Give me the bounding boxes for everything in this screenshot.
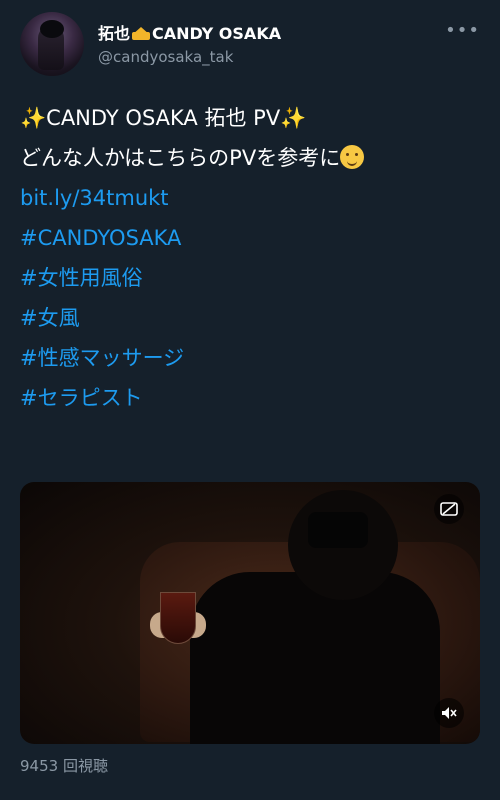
hashtag-link[interactable]: #セラピスト [20, 384, 480, 412]
hashtag-link[interactable]: #CANDYOSAKA [20, 224, 480, 252]
avatar-hair [40, 20, 64, 38]
sparkles-icon: ✨ [280, 106, 307, 130]
hugging-face-icon [340, 145, 365, 169]
tweet-title: CANDY OSAKA 拓也 PV [46, 106, 281, 130]
author-info[interactable]: 拓也 CANDY OSAKA @candyosaka_tak [98, 24, 281, 67]
gif-icon[interactable] [434, 494, 464, 524]
crown-icon [131, 27, 151, 41]
tweet-body: ✨CANDY OSAKA 拓也 PV✨ どんな人かはこちらのPVを参考に bit… [20, 104, 480, 412]
video-scene-person [190, 572, 440, 744]
muted-speaker-icon[interactable] [434, 698, 464, 728]
video-scene-wine-glass [160, 592, 196, 644]
video-player[interactable] [20, 482, 480, 744]
hashtag-link[interactable]: #女性用風俗 [20, 264, 480, 292]
display-name[interactable]: 拓也 CANDY OSAKA [98, 24, 281, 44]
tweet-link[interactable]: bit.ly/34tmukt [20, 184, 480, 212]
video-scene-mask [308, 512, 368, 548]
hashtag-link[interactable]: #女風 [20, 304, 480, 332]
hashtag-link[interactable]: #性感マッサージ [20, 344, 480, 372]
tweet-header: 拓也 CANDY OSAKA @candyosaka_tak ••• [20, 12, 486, 76]
user-handle[interactable]: @candyosaka_tak [98, 47, 281, 67]
tweet-line-2: どんな人かはこちらのPVを参考に [20, 144, 480, 172]
sparkles-icon: ✨ [20, 106, 47, 130]
view-count: 9453 回視聴 [20, 757, 108, 775]
display-name-part2: CANDY OSAKA [152, 24, 282, 43]
tweet-line-1: ✨CANDY OSAKA 拓也 PV✨ [20, 104, 480, 132]
avatar[interactable] [20, 12, 84, 76]
display-name-part1: 拓也 [98, 24, 131, 43]
tweet-description: どんな人かはこちらのPVを参考に [20, 146, 341, 170]
ellipsis-icon[interactable]: ••• [445, 20, 480, 41]
